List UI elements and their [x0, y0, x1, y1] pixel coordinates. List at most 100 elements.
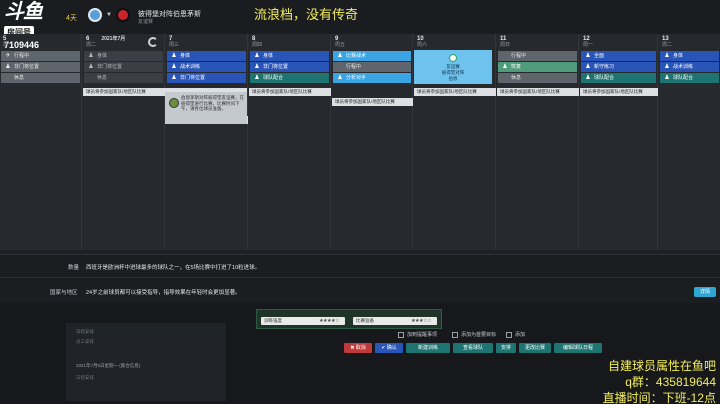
training-icon: ♟ — [171, 75, 177, 81]
day-column[interactable]: 12 周一 ♟ 全面 ♟ 新守练习 ♟ 球队配合 — [580, 34, 658, 250]
chevron-down-icon[interactable]: ▼ — [106, 12, 112, 18]
session-slot[interactable]: ♟ 球队配合 — [250, 73, 329, 83]
app-root: 斗鱼 房间号 4天 ▼ 彼得堡对阵伯恩茅斯 友谊赛 流浪档，没有传奇 71094… — [0, 0, 720, 404]
session-slot[interactable]: ♟ 非门将位置 — [1, 62, 80, 72]
session-slot[interactable]: ♟ 球队配合 — [581, 73, 656, 83]
international-duty-tag[interactable]: 球员将参加国家队/地区队比赛 — [497, 88, 579, 96]
goal-checkbox[interactable]: 添加为首要目标 — [452, 331, 496, 338]
day-name: 周六 — [417, 42, 428, 48]
month-label: 2021年7月 — [101, 36, 126, 42]
club-crest-icon — [169, 98, 179, 108]
session-slot[interactable]: ♟ 身体 — [660, 51, 719, 61]
training-icon: ♟ — [585, 53, 591, 59]
training-icon: ♟ — [88, 64, 94, 70]
session-slot[interactable]: 休息 — [1, 73, 80, 83]
day-column[interactable]: 8 周四 ♟ 身体 ♟ 非门将位置 ♟ 球队配合 — [249, 34, 331, 250]
training-icon: ♟ — [585, 64, 591, 70]
reminder-checkbox[interactable]: 加到提醒事项 — [398, 331, 437, 338]
stream-overlay-line: q群：435819644 — [625, 375, 716, 389]
international-duty-tag[interactable]: 球员将参加国家队/地区队比赛 — [580, 88, 658, 96]
stream-overlay-line: 直播时间：下班-12点 — [602, 391, 716, 404]
session-slot[interactable]: ♟ 身体 — [84, 51, 163, 61]
new-training-button[interactable]: 新建训练 — [406, 343, 450, 353]
international-duty-tag[interactable]: 球员将参加国家队/地区队比赛 — [249, 88, 331, 96]
info-text: 西班牙是欧洲杯中进球最多的球队之一，在5场比赛中打进了10粒进球。 — [86, 265, 261, 271]
session-slot[interactable]: ✈ 行程中 — [1, 51, 80, 61]
info-row: 国家与地区 24岁之前球员都可以接受指导，指导效果在年轻时会更加显著。 详情 — [0, 277, 720, 303]
session-slot[interactable]: ♟ 恢复 — [498, 62, 577, 72]
info-label: 国家与地区 — [50, 290, 78, 296]
session-slot[interactable]: ♟ 战术训练 — [660, 62, 719, 72]
session-slot[interactable]: ♟ 比赛战术 — [333, 51, 411, 61]
session-slot[interactable]: 行程中 — [498, 51, 577, 61]
day-header: 10 周六 — [414, 34, 495, 50]
details-button[interactable]: 详情 — [694, 287, 716, 297]
match-popup[interactable]: 伯恩茅斯对阵彼得堡友谊赛，在彼得堡进行比赛，比赛时间下午，请各位球员准备。 — [165, 92, 247, 124]
lower-panel: 日程安排 员工安排 2021年7月5日星期一 (集合信息) 日程安排 训练强度 … — [0, 303, 720, 404]
training-icon: ♟ — [171, 53, 177, 59]
away-crest-icon — [116, 8, 130, 22]
training-icon: ♟ — [664, 53, 670, 59]
session-slot[interactable]: ♟ 非门将位置 — [167, 73, 246, 83]
confirm-button[interactable]: ✔ 确认 — [375, 343, 403, 353]
day-header: 9 周五 — [332, 34, 412, 50]
day-header: 13 周二 — [659, 34, 720, 50]
training-icon: ♟ — [664, 64, 670, 70]
session-slot[interactable]: 行程中 — [333, 62, 411, 72]
day-column[interactable]: 13 周二 ♟ 身体 ♟ 战术训练 ♟ 球队配合 — [659, 34, 720, 250]
view-squad-button[interactable]: 查看球队 — [453, 343, 493, 353]
session-slot[interactable]: ♟ 非门将位置 — [250, 62, 329, 72]
session-slot[interactable]: ♟ 新守练习 — [581, 62, 656, 72]
session-slot[interactable]: ♟ 球队配合 — [660, 73, 719, 83]
arrange-button[interactable]: 安排 — [496, 343, 516, 353]
international-duty-tag[interactable]: 球员将参加国家队/地区队比赛 — [414, 88, 496, 96]
day-column[interactable]: 7 周三 ♟ 身体 ♟ 战术训练 ♟ 非门将位置 — [166, 34, 248, 250]
day-header: 7 周三 — [166, 34, 247, 50]
popup-text: 伯恩茅斯对阵彼得堡友谊赛，在彼得堡进行比赛，比赛时间下午，请各位球员准备。 — [181, 95, 244, 111]
day-header: 12 周一 — [580, 34, 657, 50]
session-slot[interactable]: 休息 — [498, 73, 577, 83]
next-match-subtitle: 友谊赛 — [138, 19, 154, 25]
travel-icon: ✈ — [5, 53, 11, 59]
panel-line: 日程安排 — [76, 375, 94, 380]
top-bar: 斗鱼 房间号 4天 ▼ 彼得堡对阵伯恩茅斯 友谊赛 流浪档，没有传奇 — [0, 0, 720, 39]
international-duty-tag[interactable]: 球员将参加国家队/地区队比赛 — [332, 98, 413, 106]
schedule-panel: 日程安排 员工安排 2021年7月5日星期一 (集合信息) 日程安排 — [66, 323, 226, 401]
day-name: 周一 — [3, 42, 14, 48]
rating-row: 比赛准备 ★★★☆☆ — [353, 317, 437, 325]
day-name: 周一 — [583, 42, 594, 48]
edit-schedule-button[interactable]: 编辑球队日程 — [554, 343, 602, 353]
club-crest-icon — [449, 54, 457, 62]
day-column[interactable]: 5 周一 ✈ 行程中 ♟ 非门将位置 休息 — [0, 34, 82, 250]
days-left: 4天 — [66, 15, 77, 22]
add-checkbox[interactable]: 添加 — [506, 331, 525, 338]
day-column[interactable]: 9 周五 ♟ 比赛战术 行程中 ♟ 分析对手 — [332, 34, 413, 250]
day-name: 周五 — [335, 42, 346, 48]
stream-overlay-line: 自建球员属性在鱼吧 — [607, 359, 716, 373]
rating-label: 训练强度 — [264, 318, 282, 323]
session-slot[interactable]: 休息 — [84, 73, 163, 83]
training-icon: ♟ — [502, 64, 508, 70]
session-slot[interactable]: ♟ 分析对手 — [333, 73, 411, 83]
session-slot[interactable]: ♟ 身体 — [250, 51, 329, 61]
cancel-button[interactable]: ✖ 取消 — [344, 343, 372, 353]
rating-row: 训练强度 ★★★★☆ — [261, 317, 345, 325]
home-crest-icon — [88, 8, 102, 22]
training-calendar: 7109446 5 周一 ✈ 行程中 ♟ 非门将位置 休息 6 2021年7月 周二 … — [0, 34, 720, 250]
day-column[interactable]: 11 周日 行程中 ♟ 恢复 休息 — [497, 34, 579, 250]
day-column[interactable]: 6 2021年7月 周二 ♟ 身体 ♟ 非门将位置 休息 — [83, 34, 165, 250]
session-slot[interactable]: ♟ 战术训练 — [167, 62, 246, 72]
day-name: 周二 — [662, 42, 673, 48]
session-slot[interactable]: ♟ 全面 — [581, 51, 656, 61]
training-icon: ♟ — [585, 75, 591, 81]
panel-line: 员工安排 — [76, 339, 94, 344]
loading-spinner-icon — [148, 37, 158, 47]
training-icon: ♟ — [171, 64, 177, 70]
training-icon: ♟ — [254, 64, 260, 70]
session-slot[interactable]: ♟ 非门将位置 — [84, 62, 163, 72]
session-slot[interactable]: ♟ 身体 — [167, 51, 246, 61]
change-match-button[interactable]: 更改比赛 — [519, 343, 551, 353]
match-card[interactable]: 友谊赛 彼得堡对阵 伯恩 — [414, 50, 492, 84]
day-header: 11 周日 — [497, 34, 578, 50]
info-text: 24岁之前球员都可以接受指导，指导效果在年轻时会更加显著。 — [86, 290, 241, 296]
